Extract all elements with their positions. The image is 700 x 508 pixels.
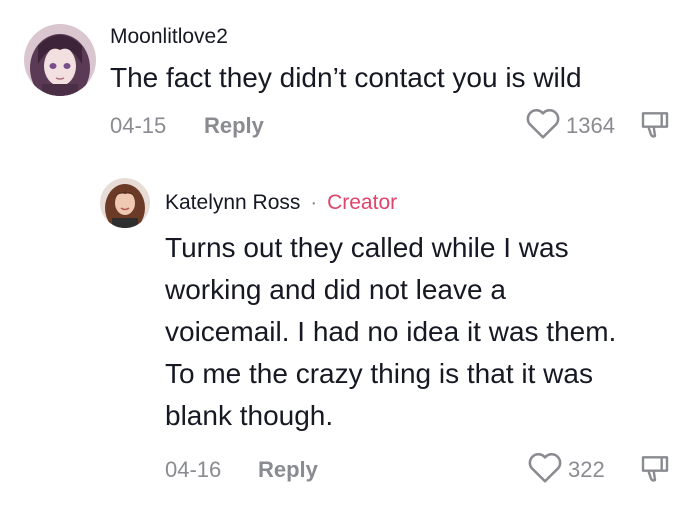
woman-avatar-icon — [100, 178, 150, 228]
reply-text-line: To me the crazy thing is that it was — [165, 358, 593, 389]
reply-date: 04-16 — [165, 457, 222, 482]
reply-text-line: working and did not leave a — [165, 274, 506, 305]
reply-text-line: Turns out they called while I was — [165, 232, 569, 263]
reply-text: Turns out they called while I was workin… — [165, 227, 616, 437]
reply-text-line: blank though. — [165, 400, 334, 431]
like-button[interactable] — [525, 106, 561, 140]
reply-avatar[interactable] — [100, 178, 150, 228]
thumbs-down-icon — [641, 112, 669, 138]
heart-icon — [528, 453, 562, 483]
thumbs-down-icon — [641, 456, 669, 482]
heart-icon — [526, 109, 560, 139]
reply-like-button[interactable] — [527, 450, 563, 484]
avatar[interactable] — [24, 24, 96, 96]
anime-girl-avatar-icon — [24, 24, 96, 96]
comment-text: The fact they didn’t contact you is wild — [110, 62, 582, 93]
dislike-button[interactable] — [638, 108, 672, 140]
reply-reply-button[interactable]: Reply — [258, 457, 318, 483]
comment-date: 04-15 — [110, 113, 167, 138]
like-count: 1364 — [566, 113, 615, 138]
reply-dislike-button[interactable] — [638, 452, 672, 484]
separator-dot: · — [310, 191, 318, 214]
reply-username-row: Katelynn Ross · Creator — [165, 191, 397, 215]
reply-like-count: 322 — [568, 457, 605, 482]
reply-text-line: voicemail. I had no idea it was them. — [165, 316, 617, 347]
reply-button[interactable]: Reply — [204, 113, 264, 139]
creator-badge: Creator — [327, 191, 398, 214]
reply-username[interactable]: Katelynn Ross — [165, 191, 300, 214]
comment-username[interactable]: Moonlitlove2 — [110, 25, 228, 49]
